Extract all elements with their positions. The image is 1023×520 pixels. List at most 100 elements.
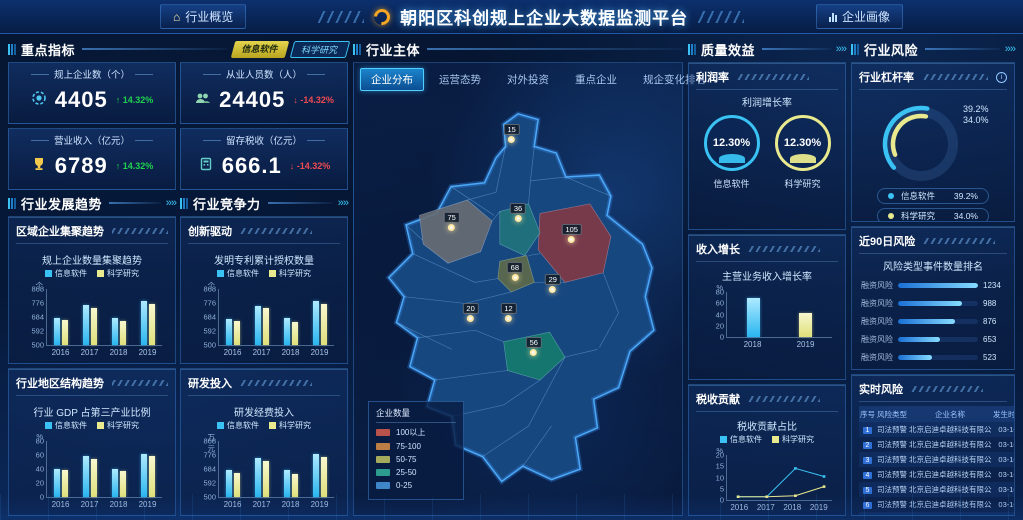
x-axis-labels: 2016201720182019 <box>726 503 832 512</box>
industry-trend-column: 行业发展趋势 »» 区域企业集聚趋势 规上企业数量集聚趋势信息软件科学研究500… <box>8 194 176 516</box>
bar-信息软件 <box>54 469 60 497</box>
section-divider <box>82 48 228 50</box>
row-index-badge: 5 <box>863 487 872 494</box>
map-marker[interactable]: 20 <box>462 303 478 322</box>
map-marker[interactable]: 68 <box>507 262 523 281</box>
chart-legend: 信息软件科学研究 <box>16 268 168 279</box>
table-cell: 03-16 <box>992 452 1015 467</box>
regional-structure-panel: 行业地区结构趋势 行业 GDP 占第三产业比例信息软件科学研究020406080… <box>8 368 176 516</box>
leverage-panel: 行业杠杆率 i 39.2%34.0% 信息软件39.2%科学研究34.0% <box>851 62 1015 222</box>
y-axis-tick: 20 <box>716 321 724 330</box>
tab-企业分布[interactable]: 企业分布 <box>360 68 424 91</box>
sub-panel-header: 实时风险 <box>859 381 1007 402</box>
pin-icon <box>511 274 518 281</box>
map-marker[interactable]: 105 <box>561 224 582 243</box>
leverage-legend-item: 科学研究34.0% <box>877 208 989 222</box>
bar-科学研究 <box>234 321 240 345</box>
bar-2019 <box>799 313 812 337</box>
legend-label: 100以上 <box>396 427 425 438</box>
bar-科学研究 <box>149 304 155 345</box>
more-button[interactable]: »» <box>836 43 846 55</box>
table-cell: 7 <box>859 512 876 516</box>
section-title: 质量效益 <box>701 40 755 59</box>
legend-swatch <box>376 469 390 476</box>
bar-科学研究 <box>321 457 327 497</box>
bar-groups <box>219 289 334 345</box>
map-marker[interactable]: 56 <box>526 337 542 356</box>
map-marker[interactable]: 12 <box>500 303 516 322</box>
x-axis-labels: 2016201720182019 <box>218 348 334 357</box>
bar-group <box>54 441 68 497</box>
legend-dot <box>888 193 894 199</box>
table-row[interactable]: 1司法预警北京启迪卓越科技有限公司03-16 <box>859 422 1015 437</box>
stat-card[interactable]: 留存税收（亿元）666.1↓ -14.32% <box>180 128 348 190</box>
table-header-cell: 风险类型 <box>876 406 908 422</box>
hatch-decor <box>240 228 312 234</box>
legend-label: 75-100 <box>396 442 421 451</box>
header-decor-left <box>318 11 364 23</box>
chart-plot-area: 020406080% <box>46 441 162 498</box>
section-marker-icon <box>180 198 188 209</box>
nav-industry-overview-button[interactable]: ⌂ 行业概览 <box>160 4 246 29</box>
filter-tag[interactable]: 科学研究 <box>290 41 351 58</box>
sub-panel-header: 创新驱动 <box>188 223 340 244</box>
sub-panel-title: 行业杠杆率 <box>859 69 914 85</box>
risk-bar-value: 988 <box>983 299 1007 308</box>
more-button[interactable]: »» <box>1005 43 1015 55</box>
bar-groups <box>47 289 162 345</box>
table-row[interactable]: 2司法预警北京启迪卓越科技有限公司03-16 <box>859 437 1015 452</box>
map-marker[interactable]: 36 <box>510 203 526 222</box>
y-axis-tick: 20 <box>36 479 44 488</box>
tab-对外投资[interactable]: 对外投资 <box>496 68 560 91</box>
table-row[interactable]: 4司法预警北京启迪卓越科技有限公司03-16 <box>859 467 1015 482</box>
stat-card-delta: ↑ 14.32% <box>116 161 154 171</box>
pin-icon <box>448 224 455 231</box>
chart-title: 利润增长率 <box>696 94 838 109</box>
stat-card[interactable]: 规上企业数（个）4405↑ 14.32% <box>8 62 176 124</box>
legend-swatch <box>376 429 390 436</box>
risk-bar-fill <box>898 337 940 342</box>
info-icon[interactable]: i <box>996 72 1007 83</box>
map-marker[interactable]: 29 <box>545 274 561 293</box>
legend-label: 科学研究 <box>279 268 311 279</box>
map-marker[interactable]: 75 <box>443 212 459 231</box>
marker-value: 36 <box>510 203 526 214</box>
gauge-label: 信息软件 <box>713 177 749 190</box>
chart-plot-area: 05101520% <box>726 455 832 501</box>
bar-group <box>83 289 97 345</box>
sub-panel-title: 收入增长 <box>696 241 740 257</box>
map-marker[interactable]: 15 <box>504 124 520 143</box>
chart-title: 规上企业数量集聚趋势 <box>16 252 168 267</box>
bar-group <box>799 292 812 337</box>
filter-tag[interactable]: 信息软件 <box>231 41 290 58</box>
gauge-value: 12.30% <box>713 137 750 149</box>
more-button[interactable]: »» <box>338 197 348 209</box>
tab-重点企业[interactable]: 重点企业 <box>564 68 628 91</box>
bar-信息软件 <box>83 305 89 345</box>
legend-swatch <box>217 270 224 277</box>
more-button[interactable]: »» <box>166 197 176 209</box>
tab-运营态势[interactable]: 运营态势 <box>428 68 492 91</box>
table-row[interactable]: 6司法预警北京启迪卓越科技有限公司03-16 <box>859 497 1015 512</box>
table-row[interactable]: 3司法预警北京启迪卓越科技有限公司03-16 <box>859 452 1015 467</box>
x-axis-tick: 2016 <box>52 348 70 357</box>
section-divider <box>925 48 1000 50</box>
bar-信息软件 <box>141 454 147 497</box>
table-row[interactable]: 5司法预警北京启迪卓越科技有限公司03-16 <box>859 482 1015 497</box>
stat-card-delta: ↑ 14.32% <box>116 95 154 105</box>
stat-card[interactable]: 从业人员数（人）24405↓ -14.32% <box>180 62 348 124</box>
section-marker-icon <box>851 44 859 55</box>
chart-plot: 500592684776868 <box>46 289 162 346</box>
bar-信息软件 <box>313 301 319 345</box>
risk-bar-row: 融资风险876 <box>859 316 1007 327</box>
stat-card[interactable]: 营业收入（亿元）6789↑ 14.32% <box>8 128 176 190</box>
risk-bar-label: 融资风险 <box>859 316 893 327</box>
bar-2018 <box>747 298 760 337</box>
table-row[interactable]: 7司法预警北京启迪卓越科技有限公司03-16 <box>859 512 1015 516</box>
legend-dot <box>888 213 894 219</box>
nav-enterprise-portrait-button[interactable]: 企业画像 <box>816 4 903 29</box>
recent-risk-panel: 近90日风险 风险类型事件数量排名 融资风险1234融资风险988融资风险876… <box>851 226 1015 370</box>
x-axis-tick: 2016 <box>730 503 748 512</box>
stat-card-value: 6789 <box>55 155 108 177</box>
legend-swatch <box>269 422 276 429</box>
